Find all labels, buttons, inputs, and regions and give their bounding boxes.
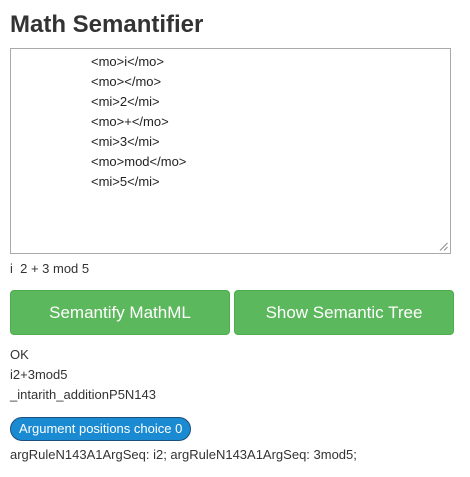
mathml-input-textarea[interactable]: <mo>i</mo> <mo></mo> <mi>2</mi> <mo>+</m… (10, 48, 451, 254)
status-text: OK (10, 347, 29, 362)
page-title: Math Semantifier (10, 11, 204, 38)
editor-line: <mi>2</mi> (91, 94, 160, 109)
argument-sequence-text: argRuleN143A1ArgSeq: i2; argRuleN143A1Ar… (10, 447, 357, 462)
editor-line: <mi>3</mi> (91, 134, 160, 149)
editor-line: <mo>i</mo> (91, 54, 164, 69)
semantic-name-text: _intarith_additionP5N143 (10, 387, 156, 402)
resize-grip-icon[interactable] (439, 242, 448, 251)
editor-line: <mo>+</mo> (91, 114, 169, 129)
editor-line: <mi>5</mi> (91, 174, 160, 189)
semantify-mathml-button[interactable]: Semantify MathML (10, 290, 230, 335)
rendered-formula: i 2 + 3 mod 5 (10, 261, 90, 276)
show-semantic-tree-button[interactable]: Show Semantic Tree (234, 290, 454, 335)
linear-formula-text: i2+3mod5 (10, 367, 68, 382)
argument-positions-choice-button[interactable]: Argument positions choice 0 (10, 417, 192, 441)
editor-line: <mo>mod</mo> (91, 154, 187, 169)
editor-line: <mo></mo> (91, 74, 162, 89)
